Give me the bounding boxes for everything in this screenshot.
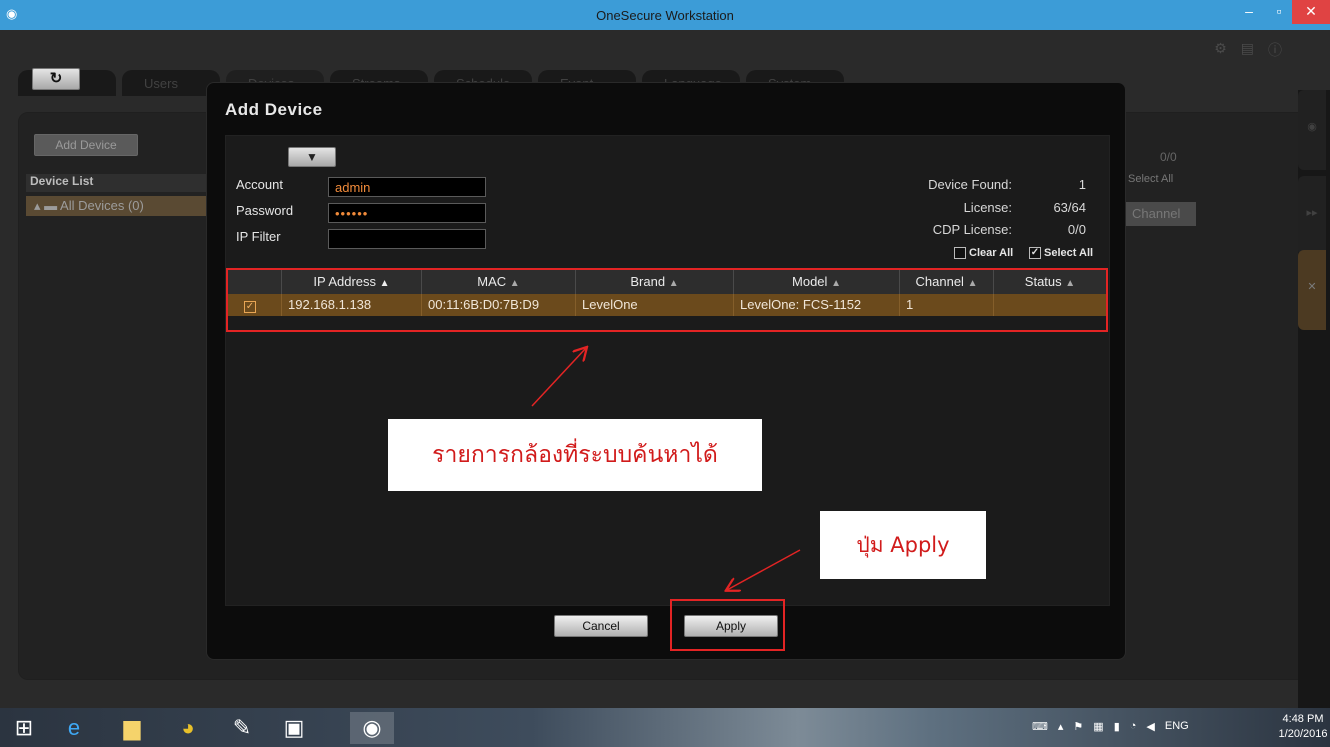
window-title: OneSecure Workstation <box>596 8 734 23</box>
dialog-title: Add Device <box>225 100 323 119</box>
bg-select-all[interactable]: Select All <box>1128 173 1173 185</box>
apply-highlight-box <box>670 599 785 651</box>
windows-start-icon[interactable]: ⊞ <box>2 712 46 744</box>
bg-add-device-button[interactable]: Add Device <box>34 134 138 156</box>
clear-all-checkbox[interactable]: Clear All <box>954 247 1013 259</box>
tray-expand-icon[interactable]: ▴ <box>1058 720 1064 733</box>
paint-icon[interactable]: ✎ <box>220 712 264 744</box>
select-all-box: ✓ <box>1029 247 1041 259</box>
chrome-icon[interactable]: ◕ <box>166 712 210 744</box>
maximize-button[interactable]: ▫ <box>1262 0 1296 24</box>
system-tray: ⌨ ▴ ⚑ ▦ ▮ ◔ ◀ ENG <box>1032 720 1189 733</box>
account-label: Account <box>236 177 283 192</box>
all-devices-label: All Devices (0) <box>60 198 144 213</box>
camera-list-callout: รายการกล้องที่ระบบค้นหาได้ <box>388 419 762 491</box>
select-all-checkbox[interactable]: ✓ Select All <box>1029 247 1093 259</box>
internet-explorer-icon[interactable]: e <box>52 712 96 744</box>
windows-taskbar: ⊞ e ▆ ◕ ✎ ▣ ◉ ⌨ ▴ ⚑ ▦ ▮ ◔ ◀ ENG 4:48 PM … <box>0 708 1330 747</box>
onesecure-icon[interactable]: ◉ <box>350 712 394 744</box>
license-value: 63/64 <box>1053 200 1086 215</box>
cdp-license-label: CDP License: <box>932 222 1012 237</box>
cancel-button[interactable]: Cancel <box>554 615 648 637</box>
bg-channel-header: Channel <box>1126 202 1196 226</box>
battery-icon[interactable]: ▮ <box>1114 720 1120 733</box>
clear-all-box <box>954 247 966 259</box>
account-input[interactable] <box>328 177 486 197</box>
device-found-label: Device Found: <box>928 177 1012 192</box>
minimize-button[interactable]: – <box>1232 0 1266 24</box>
wifi-icon[interactable]: ◔ <box>1130 720 1137 733</box>
select-all-label: Select All <box>1044 247 1094 259</box>
language-indicator[interactable]: ENG <box>1165 720 1189 733</box>
network-icon[interactable]: ▦ <box>1093 720 1103 733</box>
password-input[interactable] <box>328 203 486 223</box>
filter-funnel-icon: ▼ <box>306 150 318 164</box>
volume-icon[interactable]: ◀ <box>1146 720 1154 733</box>
keyboard-icon[interactable]: ⌨ <box>1032 720 1048 733</box>
close-button[interactable]: ✕ <box>1292 0 1330 24</box>
device-found-value: 1 <box>1078 177 1086 192</box>
bg-channel-count: 0/0 <box>1160 150 1177 164</box>
clock-time: 4:48 PM <box>1282 713 1324 725</box>
file-explorer-icon[interactable]: ▆ <box>110 712 154 744</box>
cdp-license-value: 0/0 <box>1067 222 1086 237</box>
flag-icon[interactable]: ⚑ <box>1073 720 1083 733</box>
all-devices-node[interactable]: ▴ ▬ All Devices (0) <box>26 196 206 216</box>
clock-date: 1/20/2016 <box>1278 728 1328 740</box>
clear-all-label: Clear All <box>969 247 1014 259</box>
ip-filter-label: IP Filter <box>236 229 281 244</box>
add-device-dialog: Add Device <box>206 82 1126 660</box>
ip-filter-input[interactable] <box>328 229 486 249</box>
license-label: License: <box>963 200 1012 215</box>
clock[interactable]: 4:48 PM 1/20/2016 <box>1278 712 1328 742</box>
table-highlight-box <box>226 268 1108 332</box>
window-titlebar: ◉ OneSecure Workstation – ▫ ✕ <box>0 0 1330 30</box>
filter-button[interactable]: ▼ <box>288 147 336 167</box>
password-label: Password <box>236 203 294 218</box>
apply-callout: ปุ่ม Apply <box>820 511 986 579</box>
refresh-icon: ↻ <box>49 70 63 87</box>
device-manager-icon[interactable]: ▣ <box>272 712 316 744</box>
device-list-header: Device List <box>26 174 206 192</box>
refresh-button[interactable]: ↻ <box>32 68 80 90</box>
